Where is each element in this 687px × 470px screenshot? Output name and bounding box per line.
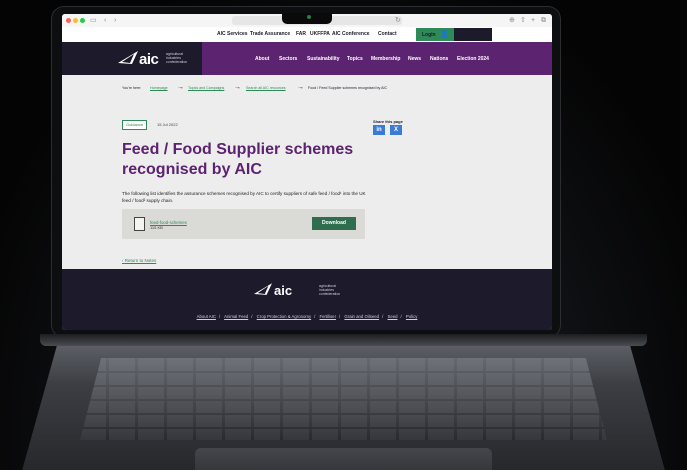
laptop-hinge [40,334,647,346]
nav-aic-conference[interactable]: AIC Conference [332,31,370,37]
camera-light [307,15,311,19]
sidebar-icon[interactable]: ▭ [90,16,97,25]
file-size: 115 KB [150,225,163,230]
document-icon [134,217,145,231]
breadcrumb-current: Food / Feed Supplier schemes recognised … [308,86,388,90]
guidance-tag[interactable]: Guidance [122,120,148,130]
back-link[interactable]: ‹ Return to Notes [122,258,156,263]
nav-topics[interactable]: Topics [347,56,363,62]
main-content: You're here: Homepage → Topics and Campa… [62,75,552,269]
breadcrumb-resources[interactable]: Search all AIC resources [246,86,286,90]
footer-link-fertiliser[interactable]: Fertiliser [320,314,336,319]
tabs-icon[interactable]: ⧉ [541,16,546,25]
linkedin-share-button[interactable]: in [373,125,385,135]
linkedin-icon: in [376,127,382,133]
utility-nav: AIC Services Trade Assurance FAR UKFFPA … [62,27,552,42]
nav-trade-assurance[interactable]: Trade Assurance [250,31,290,37]
main-nav: aic agricultural industries confederatio… [62,42,552,75]
nav-news[interactable]: News [408,56,421,62]
breadcrumb-label: You're here: [122,86,142,90]
share-label: Share this page [373,119,403,124]
footer-link-animal-feed[interactable]: Animal Feed [224,314,248,319]
arrow-right-icon: → [234,84,241,91]
footer-link-seed[interactable]: Seed [387,314,397,319]
minimize-window-icon[interactable] [73,18,78,23]
x-icon: X [393,127,398,133]
close-window-icon[interactable] [66,18,71,23]
nav-ukffpa[interactable]: UKFFPA [310,31,330,37]
footer-link-about[interactable]: About AIC [197,314,216,319]
arrow-right-icon: → [297,84,304,91]
footer-logo-sub: agricultural industries confederation [319,284,341,296]
nav-sustainability[interactable]: Sustainability [307,56,340,62]
nav-membership[interactable]: Membership [371,56,400,62]
download-icon[interactable]: ⊕ [509,16,515,25]
forward-icon[interactable]: › [114,16,116,25]
x-share-button[interactable]: X [390,125,402,135]
breadcrumb-homepage[interactable]: Homepage [150,86,168,90]
breadcrumb-topics[interactable]: Topics and Campaigns [188,86,224,90]
login-button[interactable]: Login 👤 [416,28,454,41]
laptop-base [0,330,687,470]
search-icon: ⌕ [481,30,485,37]
user-icon: 👤 [440,31,449,38]
page-title: Feed / Food Supplier schemes recognised … [122,141,354,178]
footer: aic agricultural industries confederatio… [62,269,552,330]
trackpad [195,448,492,470]
search-button[interactable]: Search ⌕ [454,28,492,41]
footer-logo[interactable]: aic [274,283,292,298]
nav-aic-services[interactable]: AIC Services [217,31,248,37]
back-icon[interactable]: ‹ [104,16,106,25]
download-card: feed-food-schemes 115 KB Download [122,209,365,239]
footer-logo-mark-icon [254,283,272,295]
laptop-screen: ▭ ‹ › ↻ ⊕ ⇧ + ⧉ AIC Services Trade Assur… [62,14,552,330]
footer-link-grain[interactable]: Grain and Oilseed [344,314,379,319]
arrow-right-icon: → [177,84,184,91]
share-icon[interactable]: ⇧ [520,16,526,25]
nav-nations[interactable]: Nations [430,56,448,62]
maximize-window-icon[interactable] [80,18,85,23]
nav-contact[interactable]: Contact [378,31,397,37]
keyboard-reflection [80,358,607,440]
footer-links: About AIC / Animal Feed / Crop Protection … [196,314,418,319]
reload-icon[interactable]: ↻ [395,16,401,25]
nav-about[interactable]: About [255,56,269,62]
nav-sectors[interactable]: Sectors [279,56,297,62]
download-button[interactable]: Download [312,217,356,230]
new-tab-icon[interactable]: + [531,16,535,25]
logo[interactable]: aic agricultural industries confederatio… [62,42,202,75]
publish-date: 15 Jul 2022 [157,122,178,127]
footer-link-crop-protection[interactable]: Crop Protection & Agronomy [257,314,311,319]
nav-election-2024[interactable]: Election 2024 [457,56,489,62]
footer-link-policy[interactable]: Policy [406,314,417,319]
logo-mark-icon [118,51,138,64]
nav-far[interactable]: FAR [296,31,306,37]
intro-text: The following list identifies the assura… [122,191,366,203]
scene: ▭ ‹ › ↻ ⊕ ⇧ + ⧉ AIC Services Trade Assur… [0,0,687,470]
